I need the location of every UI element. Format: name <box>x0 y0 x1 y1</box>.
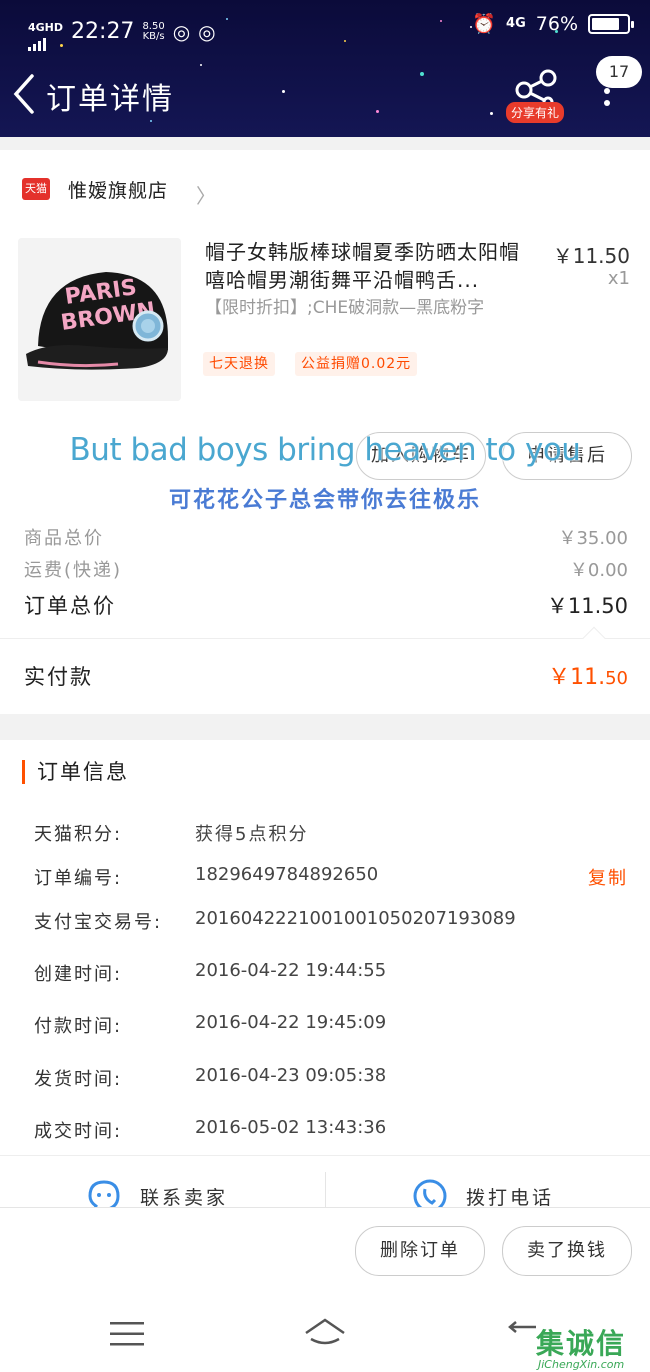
call-phone-button[interactable]: 拨打电话 <box>412 1178 554 1207</box>
info-value: 2016-04-23 09:05:38 <box>195 1065 387 1086</box>
shipping-value: ￥0.00 <box>569 560 628 581</box>
paid-fen: 50 <box>605 668 628 689</box>
info-value: 获得5点积分 <box>195 824 309 845</box>
weibo-icon-2: ◎ <box>198 19 216 44</box>
order-number-value[interactable]: 1829649784892650 <box>195 864 378 885</box>
menu-icon[interactable] <box>110 1321 144 1347</box>
more-vertical-icon <box>604 88 610 112</box>
info-label: 创建时间: <box>34 964 123 985</box>
contact-seller-button[interactable]: 联系卖家 <box>86 1178 228 1207</box>
watermark-sub: JiChengXin.com <box>538 1358 625 1371</box>
home-icon[interactable] <box>303 1317 347 1349</box>
share-button[interactable]: 分享有礼 <box>506 66 568 123</box>
info-value: 2016-04-22 19:44:55 <box>195 960 387 981</box>
alarm-icon: ⏰ <box>472 13 497 35</box>
delete-order-button[interactable]: 删除订单 <box>355 1226 485 1276</box>
signal-icon: 4GHD <box>28 12 63 51</box>
goods-total-value: ￥35.00 <box>558 528 628 549</box>
chat-icon <box>88 1180 120 1207</box>
page-title: 订单详情 <box>46 82 174 117</box>
app-header: 4GHD 22:27 8.50 KB/s ◎ ◎ ⏰ 4G 76% 订单详情 分… <box>0 0 650 137</box>
contact-seller-label: 联系卖家 <box>140 1186 229 1208</box>
tmall-logo-icon: 天猫 <box>22 178 50 200</box>
info-label: 成交时间: <box>34 1121 123 1142</box>
order-info-section: 订单信息 天猫积分: 获得5点积分 订单编号: 1829649784892650… <box>0 740 650 1155</box>
product-image[interactable]: PARIS BROWN <box>18 238 181 401</box>
goods-total-label: 商品总价 <box>24 528 104 549</box>
more-button[interactable]: 17 <box>596 56 646 116</box>
divider <box>325 1172 326 1207</box>
product-title[interactable]: 帽子女韩版棒球帽夏季防晒太阳帽嘻哈帽男潮街舞平沿帽鸭舌... <box>205 238 535 294</box>
watermark-main: 集诚信 <box>536 1327 627 1360</box>
goods-total-row: 商品总价 ￥35.00 <box>24 524 628 550</box>
tag-seven-day-return: 七天退换 <box>203 352 275 376</box>
info-label: 发货时间: <box>34 1069 123 1090</box>
subtitle-english: But bad boys bring heaven to you <box>69 432 581 468</box>
network-right: 4G <box>506 16 526 31</box>
info-label: 订单编号: <box>34 868 123 889</box>
shipping-label: 运费(快递) <box>24 560 123 581</box>
chevron-right-icon: 〉 <box>196 184 216 208</box>
order-info-title: 订单信息 <box>22 760 129 784</box>
call-phone-label: 拨打电话 <box>466 1186 555 1208</box>
price-summary: 商品总价 ￥35.00 运费(快递) ￥0.00 订单总价 ￥11.50 <box>0 510 650 638</box>
back-button[interactable] <box>10 72 40 116</box>
shop-name: 惟嫒旗舰店 <box>68 180 169 202</box>
status-time: 22:27 <box>71 19 135 44</box>
info-label: 付款时间: <box>34 1016 123 1037</box>
shipping-row: 运费(快递) ￥0.00 <box>24 556 628 582</box>
battery-icon <box>588 13 634 34</box>
battery-percent: 76% <box>535 12 578 35</box>
resell-button[interactable]: 卖了换钱 <box>502 1226 632 1276</box>
copy-button[interactable]: 复制 <box>588 864 628 890</box>
info-label: 天猫积分: <box>34 824 123 845</box>
network-type: 4GHD <box>28 21 64 34</box>
info-value: 2016-05-02 13:43:36 <box>195 1117 387 1138</box>
info-label: 支付宝交易号: <box>34 912 163 933</box>
order-total-value: ￥11.50 <box>546 594 628 618</box>
tag-charity: 公益捐赠0.02元 <box>295 352 418 376</box>
product-sku: 【限时折扣】;CHE破洞款—黑底粉字 <box>205 298 485 318</box>
share-icon <box>515 69 557 106</box>
message-count-badge: 17 <box>596 56 642 88</box>
product-item[interactable]: PARIS BROWN 帽子女韩版棒球帽夏季防晒太阳帽嘻哈帽男潮街舞平沿帽鸭舌.… <box>0 230 650 420</box>
watermark-logo: 集诚信 JiChengXin.com <box>534 1322 650 1372</box>
net-speed: 8.50 KB/s <box>142 20 165 42</box>
info-value: 2016042221001001050207193089 <box>195 908 516 929</box>
paid-yuan: ￥11. <box>548 665 606 690</box>
phone-icon <box>413 1179 447 1207</box>
shop-row[interactable]: 天猫 惟嫒旗舰店 〉 <box>0 150 650 230</box>
status-bar: 4GHD 22:27 8.50 KB/s ◎ ◎ ⏰ 4G 76% <box>0 0 650 51</box>
product-price: ￥11.50 <box>552 244 630 268</box>
weibo-icon: ◎ <box>172 19 191 44</box>
chevron-left-icon <box>13 74 34 114</box>
share-badge: 分享有礼 <box>506 102 565 123</box>
baseball-cap-image: PARIS BROWN <box>18 238 181 401</box>
info-value: 2016-04-22 19:45:09 <box>195 1012 387 1033</box>
order-total-row: 订单总价 ￥11.50 <box>24 590 628 620</box>
order-total-label: 订单总价 <box>24 594 116 618</box>
product-quantity: x1 <box>607 268 630 289</box>
paid-amount: ￥11.50 <box>548 659 628 691</box>
paid-row: 实付款 ￥11.50 <box>0 626 650 714</box>
contact-row: 联系卖家 拨打电话 <box>0 1155 650 1207</box>
bottom-action-bar: 删除订单 卖了换钱 <box>0 1207 650 1295</box>
paid-label: 实付款 <box>24 665 93 689</box>
